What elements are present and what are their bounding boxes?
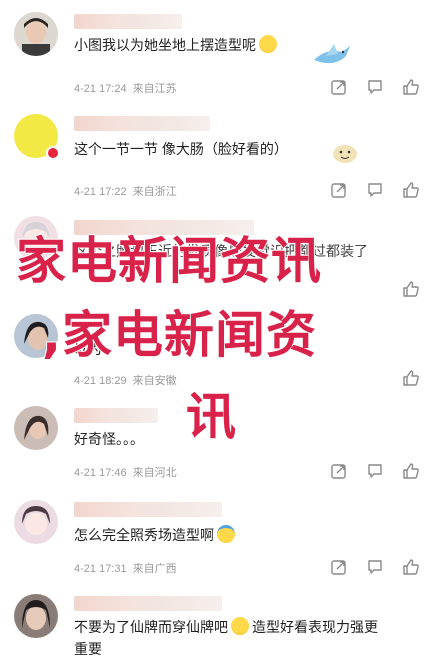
like-icon[interactable] — [402, 369, 420, 387]
bird-sticker-icon — [314, 44, 350, 64]
overlay-title-line2: ,家电新闻资 — [41, 305, 317, 365]
comment-text: 好奇怪。。。 — [74, 431, 144, 447]
like-icon[interactable] — [402, 558, 420, 576]
comment-actions — [330, 462, 420, 480]
comment-icon[interactable] — [366, 462, 384, 480]
comment-text: 小图我以为她坐地上摆造型呢 — [74, 34, 420, 56]
comment-meta: 4-21 17:22 来自浙江 — [74, 186, 177, 198]
sweat-emoji-icon — [217, 525, 235, 543]
comment-item: 小图我以为她坐地上摆造型呢 4-21 17:24 来自江苏 — [0, 0, 436, 100]
overlay-title-line3: 讯 — [185, 387, 237, 447]
comment-text: 不要为了仙牌而穿仙牌吧 造型好看表现力强更 — [74, 617, 378, 635]
avatar[interactable] — [14, 500, 58, 544]
comment-item: 这个一节一节 像大肠（脸好看的） 4-21 17:22 来自浙江 — [0, 100, 436, 200]
comment-actions — [330, 558, 420, 576]
username-blurred[interactable] — [74, 502, 222, 517]
username-blurred[interactable] — [74, 116, 210, 131]
share-icon[interactable] — [330, 181, 348, 199]
share-icon[interactable] — [330, 462, 348, 480]
username-blurred[interactable] — [74, 596, 222, 611]
overlay-title-line1: 家电新闻资讯 — [15, 231, 322, 291]
laugh-emoji-icon — [231, 617, 249, 635]
comment-item: 不要为了仙牌而穿仙牌吧 造型好看表现力强更 重要 — [0, 584, 436, 672]
comment-item: 怎么完全照秀场造型啊 4-21 17:31 来自广西 — [0, 490, 436, 584]
comment-meta: 4-21 17:46 来自河北 — [74, 467, 177, 479]
like-icon[interactable] — [402, 181, 420, 199]
comment-actions — [330, 181, 420, 199]
comment-icon[interactable] — [366, 78, 384, 96]
comment-icon[interactable] — [366, 558, 384, 576]
comment-actions — [330, 280, 420, 298]
comment-meta: 4-21 17:24 来自江苏 — [74, 83, 177, 95]
username-blurred[interactable] — [74, 14, 182, 29]
avatar[interactable] — [14, 594, 58, 638]
comment-actions — [330, 369, 420, 387]
avatar[interactable] — [14, 12, 58, 56]
like-icon[interactable] — [402, 280, 420, 298]
grin-emoji-icon — [259, 35, 277, 53]
comment-meta: 4-21 18:29 来自安徽 — [74, 375, 177, 387]
comment-text-line2: 重要 — [74, 641, 102, 657]
wave-sticker-icon — [333, 145, 357, 163]
like-icon[interactable] — [402, 462, 420, 480]
comment-meta: 4-21 17:31 来自广西 — [74, 563, 177, 575]
comment-icon[interactable] — [366, 181, 384, 199]
comment-text: 怎么完全照秀场造型啊 — [74, 524, 420, 546]
avatar[interactable] — [14, 406, 58, 450]
share-icon[interactable] — [330, 78, 348, 96]
comment-text: 这个一节一节 像大肠（脸好看的） — [74, 141, 288, 157]
like-icon[interactable] — [402, 78, 420, 96]
comment-feed: 小图我以为她坐地上摆造型呢 4-21 17:24 来自江苏 这个一节一节 像大肠… — [0, 0, 436, 672]
share-icon[interactable] — [330, 558, 348, 576]
username-blurred[interactable] — [74, 408, 158, 423]
verified-badge-icon — [46, 146, 60, 160]
comment-actions — [330, 78, 420, 96]
